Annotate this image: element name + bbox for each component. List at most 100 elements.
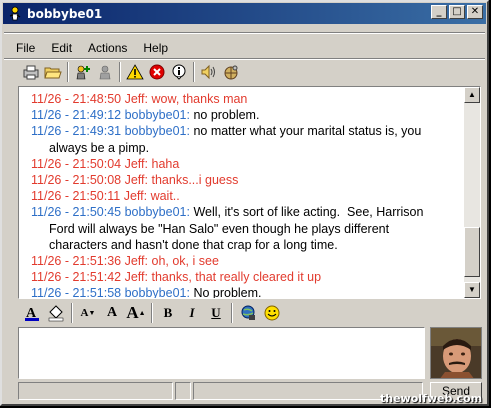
chat-message-line: 11/26 - 21:50:45 bobbybe01: Well, it's s… — [31, 204, 461, 220]
message-timestamp: 11/26 - 21:50:45 — [31, 205, 122, 220]
close-button[interactable]: ✕ — [467, 5, 483, 19]
block-icon[interactable] — [94, 61, 116, 83]
message-text: Well, it's sort of like acting. See, Har… — [193, 205, 424, 220]
italic-button[interactable]: I — [180, 302, 204, 324]
info-icon[interactable] — [168, 61, 190, 83]
message-timestamp: 11/26 - 21:50:11 — [31, 189, 121, 204]
bold-button[interactable]: B — [156, 302, 180, 324]
main-toolbar — [20, 60, 242, 84]
chat-scrollbar[interactable]: ▲ ▼ — [464, 87, 480, 298]
maximize-button[interactable]: □ — [449, 5, 465, 19]
divider — [4, 32, 485, 34]
minimize-button[interactable]: _ — [431, 5, 447, 19]
warning-icon[interactable] — [124, 61, 146, 83]
message-text: haha — [151, 156, 180, 171]
message-sender: Jeff: — [124, 173, 149, 188]
menu-actions[interactable]: Actions — [80, 38, 135, 58]
message-text: always be a pimp. — [49, 140, 150, 155]
chat-message-line: 11/26 - 21:50:08 Jeff: thanks...i guess — [31, 172, 461, 188]
print-icon[interactable] — [20, 61, 42, 83]
message-sender: bobbybe01: — [124, 286, 190, 299]
toolbar-separator — [119, 62, 121, 82]
buddy-icon-avatar[interactable] — [430, 327, 482, 379]
menu-edit[interactable]: Edit — [43, 38, 80, 58]
sound-icon[interactable] — [198, 61, 220, 83]
message-text: thanks, that really cleared it up — [151, 270, 322, 285]
toolbar-separator — [71, 303, 73, 323]
stop-icon[interactable] — [146, 61, 168, 83]
title-bar[interactable]: bobbybe01 _ □ ✕ — [3, 3, 486, 24]
status-bar — [18, 382, 425, 400]
link-icon[interactable] — [236, 302, 260, 324]
toolbar-separator — [67, 62, 69, 82]
background-color-icon[interactable] — [44, 302, 68, 324]
scroll-up-button[interactable]: ▲ — [464, 87, 480, 103]
message-sender: Jeff: — [124, 156, 149, 171]
decrease-font-label: A — [80, 307, 89, 319]
watermark: thewolfweb.com — [380, 392, 483, 405]
message-timestamp: 11/26 - 21:51:42 — [31, 270, 122, 285]
message-sender: Jeff: — [124, 270, 149, 285]
text-color-icon[interactable]: A — [20, 302, 44, 324]
chat-message-line: 11/26 - 21:50:11 Jeff: wait.. — [31, 188, 461, 204]
message-sender: bobbybe01: — [124, 124, 190, 139]
message-sender: Jeff: — [124, 254, 149, 269]
chat-message-line: always be a pimp. — [31, 140, 461, 156]
message-text: No problem. — [193, 286, 262, 299]
message-text: characters and hasn't done that crap for… — [49, 237, 338, 252]
toolbar-separator — [151, 303, 153, 323]
scroll-thumb[interactable] — [464, 227, 480, 277]
chat-message-line: 11/26 - 21:48:50 Jeff: wow, thanks man — [31, 91, 461, 107]
message-input[interactable] — [18, 327, 425, 379]
add-buddy-icon[interactable] — [72, 61, 94, 83]
menu-file[interactable]: File — [8, 38, 43, 58]
scroll-down-button[interactable]: ▼ — [464, 282, 480, 298]
chat-message-line: 11/26 - 21:49:12 bobbybe01: no problem. — [31, 107, 461, 123]
normal-font-button[interactable]: A — [100, 302, 124, 324]
underline-button[interactable]: U — [204, 302, 228, 324]
message-timestamp: 11/26 - 21:48:50 — [31, 92, 122, 106]
toolbar-separator — [231, 303, 233, 323]
chat-lines: 11/26 - 21:48:50 Jeff: wow, thanks man 11… — [31, 91, 461, 299]
smiley-icon[interactable] — [260, 302, 284, 324]
message-text: no matter what your marital status is, y… — [193, 124, 422, 139]
message-timestamp: 11/26 - 21:51:58 — [31, 286, 122, 299]
message-text: wow, thanks man — [151, 92, 248, 106]
message-timestamp: 11/26 - 21:50:08 — [31, 173, 122, 188]
menu-bar: File Edit Actions Help — [8, 38, 176, 58]
aim-running-man-icon — [7, 6, 23, 22]
decrease-font-button[interactable]: A ▼ — [76, 302, 100, 324]
chat-message-line: 11/26 - 21:51:36 Jeff: oh, ok, i see — [31, 253, 461, 269]
message-text: thanks...i guess — [151, 173, 239, 188]
window-title: bobbybe01 — [27, 6, 103, 21]
toolbar-separator — [193, 62, 195, 82]
chat-message-line: 11/26 - 21:50:04 Jeff: haha — [31, 156, 461, 172]
game-icon[interactable] — [220, 61, 242, 83]
menu-help[interactable]: Help — [135, 38, 176, 58]
status-cell — [18, 382, 173, 400]
message-sender: bobbybe01: — [124, 108, 190, 123]
chat-message-line: characters and hasn't done that crap for… — [31, 237, 461, 253]
message-sender: Jeff: — [123, 189, 148, 204]
message-timestamp: 11/26 - 21:51:36 — [31, 254, 122, 269]
message-text: wait.. — [150, 189, 180, 204]
im-window: bobbybe01 _ □ ✕ File Edit Actions Help 1… — [0, 0, 489, 406]
message-text: oh, ok, i see — [151, 254, 219, 269]
chat-transcript[interactable]: 11/26 - 21:48:50 Jeff: wow, thanks man 11… — [18, 86, 481, 299]
increase-font-button[interactable]: A ▲ — [124, 302, 148, 324]
message-timestamp: 11/26 - 21:49:31 — [31, 124, 122, 139]
message-sender: bobbybe01: — [124, 205, 190, 220]
message-text: Ford will always be "Han Salo" even thou… — [49, 221, 390, 236]
message-timestamp: 11/26 - 21:50:04 — [31, 156, 122, 171]
chat-message-line: Ford will always be "Han Salo" even thou… — [31, 221, 461, 237]
message-text: no problem. — [193, 108, 260, 123]
chat-message-line: 11/26 - 21:49:31 bobbybe01: no matter wh… — [31, 123, 461, 139]
message-timestamp: 11/26 - 21:49:12 — [31, 108, 122, 123]
chat-message-line: 11/26 - 21:51:42 Jeff: thanks, that real… — [31, 269, 461, 285]
increase-font-label: A — [126, 303, 139, 322]
chat-message-line: 11/26 - 21:51:58 bobbybe01: No problem. — [31, 285, 461, 299]
open-folder-icon[interactable] — [42, 61, 64, 83]
status-cell — [175, 382, 191, 400]
message-sender: Jeff: — [124, 92, 149, 106]
format-toolbar: A A ▼ A A ▲ B I U — [20, 301, 284, 325]
